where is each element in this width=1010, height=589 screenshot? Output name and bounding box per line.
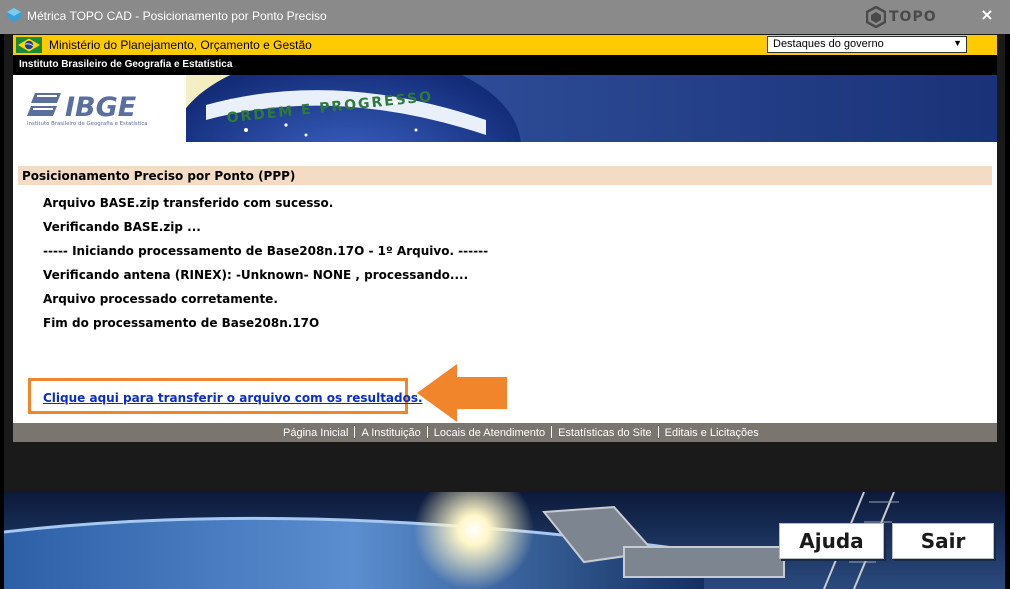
link-separator	[426, 426, 428, 438]
section-title: Posicionamento Preciso por Ponto (PPP)	[18, 166, 992, 185]
link-separator	[354, 426, 356, 438]
government-highlights-select[interactable]: Destaques do governo ▼	[767, 36, 967, 53]
ibge-logo-subtext: Instituto Brasileiro de Geografia e Esta…	[27, 120, 148, 127]
footer-link-service-locations[interactable]: Locais de Atendimento	[434, 427, 545, 439]
log-line: Verificando BASE.zip ...	[43, 220, 201, 234]
close-button[interactable]: ×	[978, 6, 996, 24]
footer-link-home[interactable]: Página Inicial	[283, 427, 348, 439]
app-logo-icon	[7, 8, 21, 22]
ibge-logo[interactable]: IBGE Instituto Brasileiro de Geografia e…	[27, 89, 187, 134]
ministry-label: Ministério do Planejamento, Orçamento e …	[49, 38, 312, 52]
ibge-logo-text: IBGE	[65, 92, 137, 123]
footer-link-notices[interactable]: Editais e Licitações	[665, 427, 759, 439]
log-line: Arquivo processado corretamente.	[43, 292, 278, 306]
footer-link-site-statistics[interactable]: Estatísticas do Site	[558, 427, 652, 439]
brazil-flag-icon	[16, 37, 42, 53]
topo-logo-icon	[866, 6, 886, 28]
footer-links-bar: Página Inicial A Instituição Locais de Ate…	[13, 423, 997, 442]
topo-logo: TOPO	[866, 6, 936, 28]
log-line: Arquivo BASE.zip transferido com sucesso…	[43, 196, 334, 210]
link-separator	[551, 426, 553, 438]
select-value: Destaques do governo	[773, 38, 884, 50]
main-content: Posicionamento Preciso por Ponto (PPP) A…	[13, 142, 997, 423]
link-separator	[657, 426, 659, 438]
section-title-text: Posicionamento Preciso por Ponto (PPP)	[22, 169, 296, 183]
exit-button[interactable]: Sair	[892, 523, 994, 559]
topo-logo-text: TOPO	[889, 9, 937, 25]
ibge-banner: IBGE Instituto Brasileiro de Geografia e…	[13, 75, 997, 142]
result-link-highlight: Clique aqui para transferir o arquivo co…	[28, 378, 423, 414]
institute-strip: Instituto Brasileiro de Geografia e Esta…	[13, 55, 997, 75]
log-line: Fim do processamento de Base208n.17O	[43, 316, 320, 330]
brazil-flag-banner: ORDEM E PROGRESSO	[186, 75, 997, 142]
footer-link-institution[interactable]: A Instituição	[361, 427, 420, 439]
window-titlebar: Métrica TOPO CAD - Posicionamento por Po…	[0, 0, 1010, 34]
footer-links: Página Inicial A Instituição Locais de Ate…	[283, 426, 759, 439]
log-line: Verificando antena (RINEX): -Unknown- NO…	[43, 268, 469, 282]
left-arrow-icon	[417, 364, 507, 422]
government-bar: Ministério do Planejamento, Orçamento e …	[13, 35, 997, 55]
download-results-link[interactable]: Clique aqui para transferir o arquivo co…	[43, 391, 423, 405]
log-line: ----- Iniciando processamento de Base208…	[43, 244, 489, 258]
institute-label: Instituto Brasileiro de Geografia e Esta…	[19, 59, 233, 70]
help-button[interactable]: Ajuda	[779, 523, 884, 559]
dropdown-arrow-icon: ▼	[953, 38, 962, 48]
window-title: Métrica TOPO CAD - Posicionamento por Po…	[27, 9, 327, 23]
